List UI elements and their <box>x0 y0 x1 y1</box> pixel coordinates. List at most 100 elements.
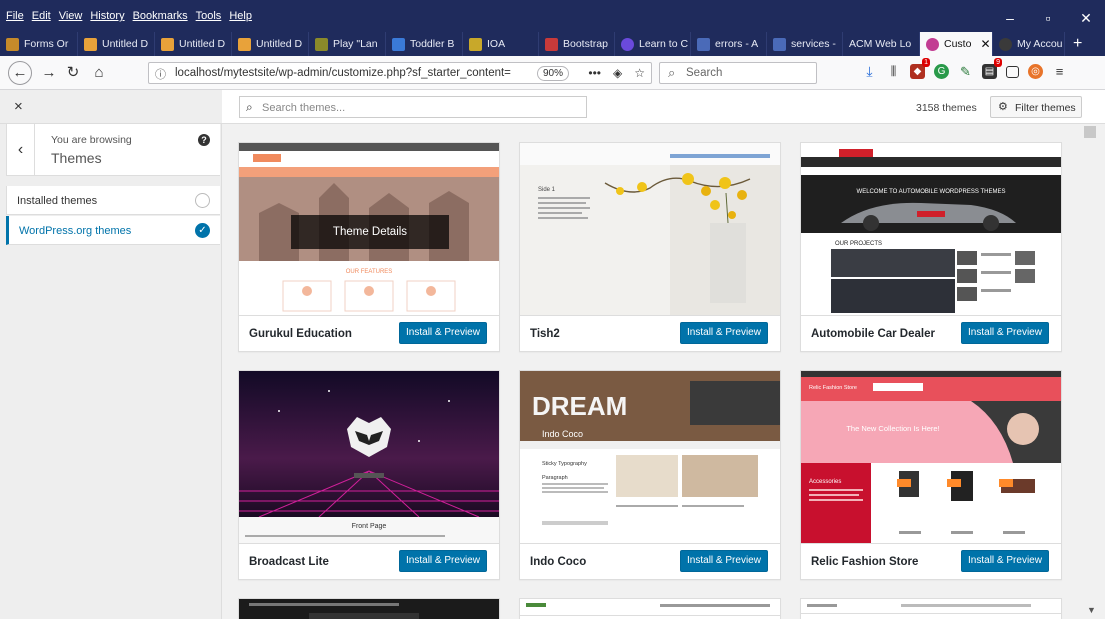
tab[interactable]: My Accou <box>993 32 1065 56</box>
tab-favicon-icon <box>238 37 251 51</box>
theme-card-partial[interactable] <box>238 598 500 619</box>
theme-card[interactable]: Front Page Broadcast Lite Install & Prev… <box>238 370 500 580</box>
zoom-indicator[interactable]: 90% <box>537 66 570 81</box>
tab[interactable]: Bootstrap <box>539 32 615 56</box>
menu-file[interactable]: File <box>6 10 24 22</box>
install-preview-button[interactable]: Install & Preview <box>961 322 1049 344</box>
tab[interactable]: Untitled D <box>155 32 232 56</box>
web-search-box[interactable]: ⌕ Search <box>659 62 817 84</box>
back-icon[interactable]: ← <box>8 61 32 85</box>
theme-card[interactable]: WELCOME TO AUTOMOBILE WORDPRESS THEMES O… <box>800 142 1062 352</box>
menu-bookmarks[interactable]: Bookmarks <box>133 10 188 22</box>
forward-icon[interactable]: → <box>38 62 60 84</box>
broadcast-preview-image: Front Page <box>239 371 499 543</box>
filter-themes-button[interactable]: ⚙ Filter themes <box>990 96 1082 118</box>
tab[interactable]: services - <box>767 32 843 56</box>
install-preview-button[interactable]: Install & Preview <box>680 550 768 572</box>
install-preview-button[interactable]: Install & Preview <box>680 322 768 344</box>
close-tab-icon[interactable]: ✕ <box>980 37 990 51</box>
maximize-icon[interactable]: ▫ <box>1029 0 1067 32</box>
theme-search-input[interactable]: ⌕ Search themes... <box>239 96 587 118</box>
home-icon[interactable]: ⌂ <box>88 62 110 84</box>
help-icon[interactable]: ? <box>198 134 210 146</box>
minimize-icon[interactable]: – <box>991 0 1029 32</box>
tab[interactable]: Forms Or <box>0 32 78 56</box>
filter-wordpress-org-themes[interactable]: WordPress.org themes ✓ <box>6 216 220 245</box>
menu-bar: File Edit View History Bookmarks Tools H… <box>6 10 252 22</box>
theme-card[interactable]: DREAM Indo Coco Sticky Typography Paragr… <box>519 370 781 580</box>
scrollbar[interactable] <box>1084 124 1098 619</box>
theme-screenshot[interactable] <box>520 599 780 619</box>
eyedropper-icon[interactable]: ✎ <box>958 64 973 79</box>
scroll-down-icon[interactable]: ▼ <box>1087 605 1096 615</box>
theme-card[interactable]: Side 1 Tish2 Install & Preview <box>519 142 781 352</box>
section-title: Themes <box>51 150 102 166</box>
install-preview-button[interactable]: Install & Preview <box>961 550 1049 572</box>
install-preview-button[interactable]: Install & Preview <box>399 322 487 344</box>
close-customizer-icon[interactable]: × <box>14 98 23 115</box>
menu-edit[interactable]: Edit <box>32 10 51 22</box>
theme-screenshot[interactable]: OUR FEATURES Theme Details <box>239 143 499 315</box>
theme-screenshot[interactable] <box>801 599 1061 619</box>
menu-view[interactable]: View <box>59 10 83 22</box>
theme-card-partial[interactable] <box>800 598 1062 619</box>
tab[interactable]: IOA <box>463 32 539 56</box>
downloads-icon[interactable]: ⤓ <box>862 64 877 79</box>
tab-active[interactable]: Custo ✕ <box>920 32 993 56</box>
theme-card-footer: Relic Fashion Store Install & Preview <box>801 543 1061 579</box>
pocket-icon[interactable]: ◈ <box>613 66 622 80</box>
extension-icon[interactable]: ◎ <box>1028 64 1043 79</box>
relic-preview-image: Relic Fashion Store The New Collection I… <box>801 371 1061 543</box>
tab[interactable]: errors - A <box>691 32 767 56</box>
tab[interactable]: Toddler B <box>386 32 463 56</box>
title-bar: File Edit View History Bookmarks Tools H… <box>0 0 1105 32</box>
url-bar[interactable]: ⓘ localhost/mytestsite/wp-admin/customiz… <box>148 62 652 84</box>
gear-icon: ⚙ <box>998 101 1008 113</box>
scrollbar-thumb[interactable] <box>1084 126 1096 138</box>
library-icon[interactable]: ⫼ <box>886 64 901 79</box>
page-actions-icon[interactable]: ••• <box>588 66 601 80</box>
tab-label: Untitled D <box>256 38 303 50</box>
tab[interactable]: Learn to C <box>615 32 691 56</box>
auto-projects-text: OUR PROJECTS <box>835 241 882 247</box>
tab[interactable]: Untitled D <box>232 32 309 56</box>
gurukul-features-text: OUR FEATURES <box>346 269 393 275</box>
indo-para-text: Paragraph <box>542 475 568 481</box>
theme-screenshot[interactable]: Relic Fashion Store The New Collection I… <box>801 371 1061 543</box>
theme-screenshot[interactable]: Front Page <box>239 371 499 543</box>
tab[interactable]: Play "Lan <box>309 32 386 56</box>
radio-checked-icon[interactable]: ✓ <box>195 223 210 238</box>
theme-card-partial[interactable] <box>519 598 781 619</box>
theme-screenshot[interactable] <box>239 599 499 619</box>
reload-icon[interactable]: ↻ <box>62 62 84 84</box>
menu-history[interactable]: History <box>90 10 124 22</box>
extension-icon[interactable]: ▤ 9 <box>982 58 1002 79</box>
new-tab-button[interactable]: + <box>1065 32 1090 56</box>
theme-card[interactable]: Relic Fashion Store The New Collection I… <box>800 370 1062 580</box>
url-text[interactable]: localhost/mytestsite/wp-admin/customize.… <box>175 67 535 79</box>
tab[interactable]: ACM Web Lo <box>843 32 920 56</box>
hamburger-menu-icon[interactable]: ≡ <box>1052 64 1067 79</box>
filter-installed-themes[interactable]: Installed themes <box>6 186 220 215</box>
bookmark-star-icon[interactable]: ☆ <box>634 66 645 80</box>
tab-favicon-icon <box>392 37 405 51</box>
theme-count: 3158 themes <box>916 102 977 114</box>
back-chevron-icon[interactable]: ‹ <box>7 124 35 176</box>
browsing-label: You are browsing <box>51 134 132 146</box>
grammar-extension-icon[interactable]: G <box>934 64 949 79</box>
install-preview-button[interactable]: Install & Preview <box>399 550 487 572</box>
tab[interactable]: Untitled D <box>78 32 155 56</box>
theme-screenshot[interactable]: Side 1 <box>520 143 780 315</box>
close-window-icon[interactable]: ✕ <box>1067 0 1105 32</box>
theme-card[interactable]: OUR FEATURES Theme Details Gurukul Educa… <box>238 142 500 352</box>
site-info-icon[interactable]: ⓘ <box>155 66 166 82</box>
extension-icon[interactable]: ◆ 1 <box>910 58 930 79</box>
tab-label: Forms Or <box>24 38 69 50</box>
theme-details-button[interactable]: Theme Details <box>291 215 449 249</box>
menu-help[interactable]: Help <box>229 10 252 22</box>
radio-unchecked-icon[interactable] <box>195 193 210 208</box>
menu-tools[interactable]: Tools <box>196 10 222 22</box>
theme-screenshot[interactable]: WELCOME TO AUTOMOBILE WORDPRESS THEMES O… <box>801 143 1061 315</box>
theme-screenshot[interactable]: DREAM Indo Coco Sticky Typography Paragr… <box>520 371 780 543</box>
sidebar-toggle-icon[interactable] <box>1006 65 1019 78</box>
